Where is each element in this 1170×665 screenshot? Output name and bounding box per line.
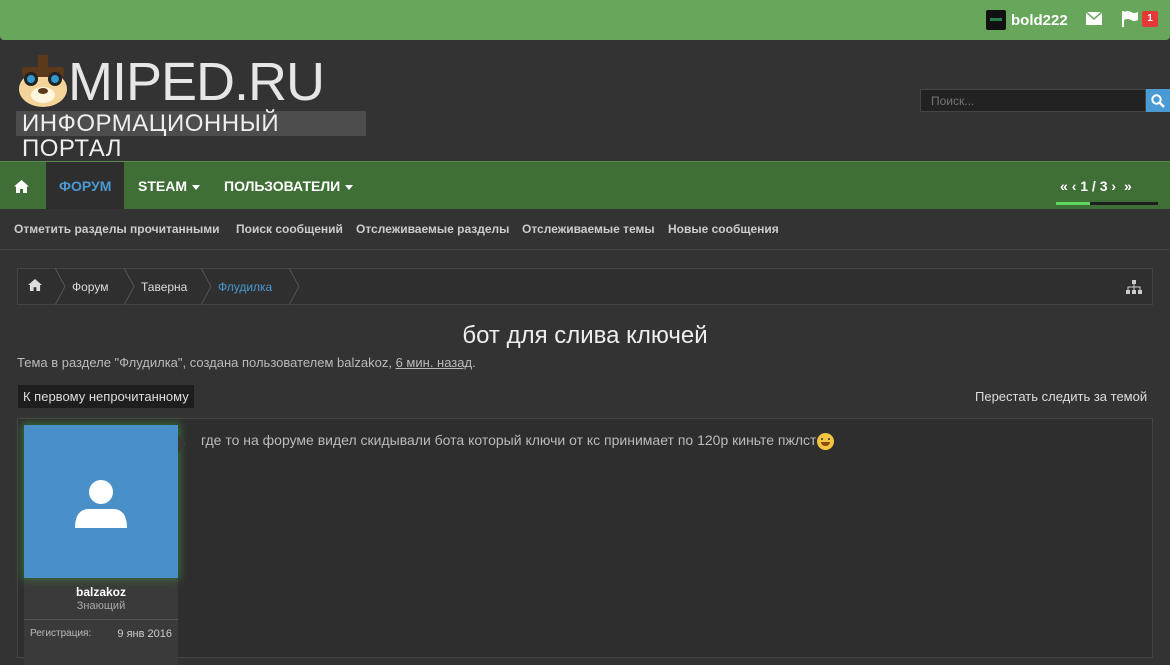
search-icon: [1151, 93, 1165, 108]
thread-info: Тема в разделе "Флудилка", создана польз…: [17, 355, 476, 370]
search-posts-link[interactable]: Поиск сообщений: [236, 222, 343, 236]
chevron-down-icon: [192, 184, 200, 190]
breadcrumb-separator: [124, 268, 135, 305]
post: balzakoz Знающий Регистрация: 9 янв 2016…: [17, 418, 1153, 665]
home-button[interactable]: [0, 162, 42, 210]
search-box: [920, 89, 1170, 112]
search-button[interactable]: [1146, 89, 1170, 112]
breadcrumb-forum[interactable]: Форум: [72, 280, 108, 294]
post-message: где то на форуме видел скидывали бота ко…: [201, 432, 835, 450]
breadcrumb: Форум Таверна Флудилка: [17, 268, 1153, 305]
page-indicator: 1 / 3: [1080, 178, 1108, 194]
prev-page-icon[interactable]: ‹: [1072, 178, 1077, 194]
post-user-block: balzakoz Знающий Регистрация: 9 янв 2016: [24, 425, 178, 665]
top-bar: bold222 1: [0, 0, 1170, 40]
sitemap-icon[interactable]: [1126, 280, 1142, 297]
watched-forums-link[interactable]: Отслеживаемые разделы: [356, 222, 509, 236]
username[interactable]: bold222: [1011, 12, 1068, 29]
thread-info-prefix: Тема в разделе "Флудилка", создана польз…: [17, 355, 392, 370]
next-page-icon[interactable]: ›: [1111, 178, 1116, 194]
unwatch-thread-link[interactable]: Перестать следить за темой: [975, 389, 1147, 404]
smile-icon: [817, 432, 835, 450]
chevron-down-icon: [345, 184, 354, 190]
message-arrow: [178, 435, 186, 453]
new-posts-link[interactable]: Новые сообщения: [668, 222, 779, 236]
search-input[interactable]: [920, 89, 1146, 112]
tab-users[interactable]: ПОЛЬЗОВАТЕЛИ: [224, 162, 354, 210]
mark-read-link[interactable]: Отметить разделы прочитанными: [14, 222, 220, 236]
avatar[interactable]: [24, 425, 178, 578]
thread-info-suffix: .: [472, 355, 476, 370]
breadcrumb-separator: [55, 268, 66, 305]
breadcrumb-separator: [289, 268, 300, 305]
breadcrumb-separator: [201, 268, 212, 305]
thread-title: бот для слива ключей: [462, 322, 708, 349]
site-logo[interactable]: MIPED.RU ИНФОРМАЦИОННЫЙ ПОРТАЛ: [16, 52, 368, 161]
user-menu[interactable]: bold222: [986, 10, 1068, 30]
breadcrumb-tavern[interactable]: Таверна: [141, 280, 187, 294]
tab-forum[interactable]: ФОРУМ: [46, 162, 125, 210]
breadcrumb-flood[interactable]: Флудилка: [218, 280, 272, 294]
first-unread-button[interactable]: К первому непрочитанному: [18, 385, 194, 408]
page-progress: [1056, 202, 1158, 205]
registration-date: 9 янв 2016: [117, 628, 172, 640]
home-icon: [13, 179, 29, 193]
sub-nav: Отметить разделы прочитанными Поиск сооб…: [0, 209, 1170, 250]
first-page-icon[interactable]: «: [1060, 178, 1068, 194]
mascot-icon: [19, 55, 67, 107]
breadcrumb-home-icon[interactable]: [28, 279, 42, 294]
page-progress-fill: [1056, 202, 1090, 205]
tab-users-label: ПОЛЬЗОВАТЕЛИ: [224, 178, 341, 194]
post-message-text: где то на форуме видел скидывали бота ко…: [201, 432, 817, 448]
tab-steam[interactable]: STEAM: [138, 162, 200, 210]
post-author-role: Знающий: [76, 600, 126, 612]
logo-subtitle: ИНФОРМАЦИОННЫЙ ПОРТАЛ: [16, 111, 366, 161]
last-page-icon[interactable]: »: [1124, 178, 1132, 194]
watched-threads-link[interactable]: Отслеживаемые темы: [522, 222, 655, 236]
registration-label: Регистрация:: [30, 628, 92, 639]
logo-title: MIPED.RU: [68, 52, 325, 112]
notification-badge[interactable]: 1: [1142, 11, 1158, 27]
post-author[interactable]: balzakoz: [24, 585, 178, 599]
tab-steam-label: STEAM: [138, 178, 187, 194]
flag-icon[interactable]: [1122, 11, 1140, 32]
user-icon: [75, 479, 127, 528]
registration-row: Регистрация: 9 янв 2016: [24, 619, 178, 650]
main-nav: ФОРУМ STEAM ПОЛЬЗОВАТЕЛИ « ‹ 1 / 3 › »: [0, 161, 1170, 210]
envelope-icon[interactable]: [1085, 11, 1103, 30]
thread-time-link[interactable]: 6 мин. назад: [396, 355, 472, 370]
user-avatar: [986, 10, 1006, 30]
